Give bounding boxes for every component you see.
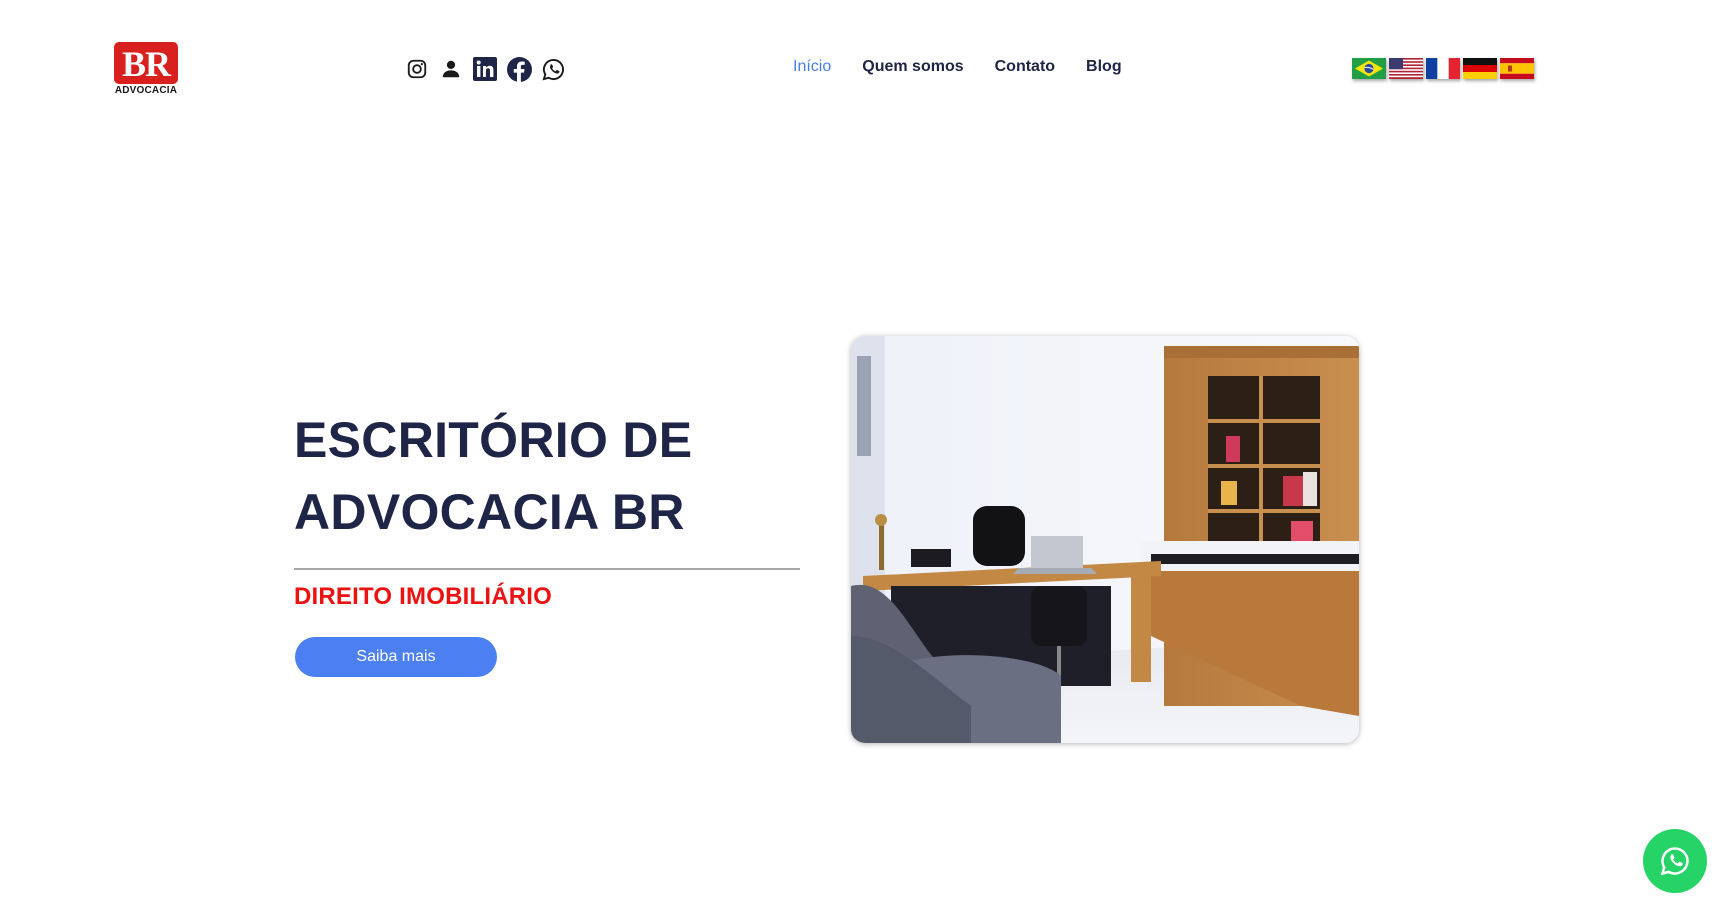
nav-item-blog[interactable]: Blog — [1086, 58, 1122, 76]
social-links — [404, 55, 574, 83]
hero-divider — [294, 568, 800, 570]
hero-title-line-1: ESCRITÓRIO DE — [294, 412, 693, 468]
logo-subtitle: ADVOCACIA — [114, 85, 178, 96]
logo-mark: BR — [114, 42, 178, 84]
linkedin-icon[interactable] — [472, 56, 498, 82]
site-header: BR ADVOCACIA Início Quem somos Contato B… — [0, 0, 1720, 140]
usa-flag-icon[interactable] — [1389, 58, 1423, 79]
germany-flag-icon[interactable] — [1463, 58, 1497, 79]
whatsapp-icon[interactable] — [540, 56, 566, 82]
user-icon[interactable] — [438, 56, 464, 82]
hero-title-line-2: ADVOCACIA BR — [294, 484, 685, 540]
hero-subtitle: DIREITO IMOBILIÁRIO — [294, 583, 553, 610]
nav-item-quem-somos[interactable]: Quem somos — [862, 58, 963, 76]
hero-title: ESCRITÓRIO DE ADVOCACIA BR — [294, 404, 692, 548]
main-nav: Início Quem somos Contato Blog — [793, 58, 1153, 76]
brazil-flag-icon[interactable] — [1352, 58, 1386, 79]
whatsapp-icon — [1660, 847, 1689, 876]
language-selector — [1352, 58, 1537, 79]
instagram-icon[interactable] — [404, 56, 430, 82]
facebook-icon[interactable] — [506, 56, 532, 82]
nav-item-inicio[interactable]: Início — [793, 58, 831, 76]
saiba-mais-button[interactable]: Saiba mais — [295, 637, 497, 677]
office-photo — [851, 336, 1359, 743]
floating-whatsapp-button[interactable] — [1643, 829, 1707, 893]
logo[interactable]: BR ADVOCACIA — [114, 42, 178, 98]
nav-item-contato[interactable]: Contato — [995, 58, 1055, 76]
france-flag-icon[interactable] — [1426, 58, 1460, 79]
spain-flag-icon[interactable] — [1500, 58, 1534, 79]
